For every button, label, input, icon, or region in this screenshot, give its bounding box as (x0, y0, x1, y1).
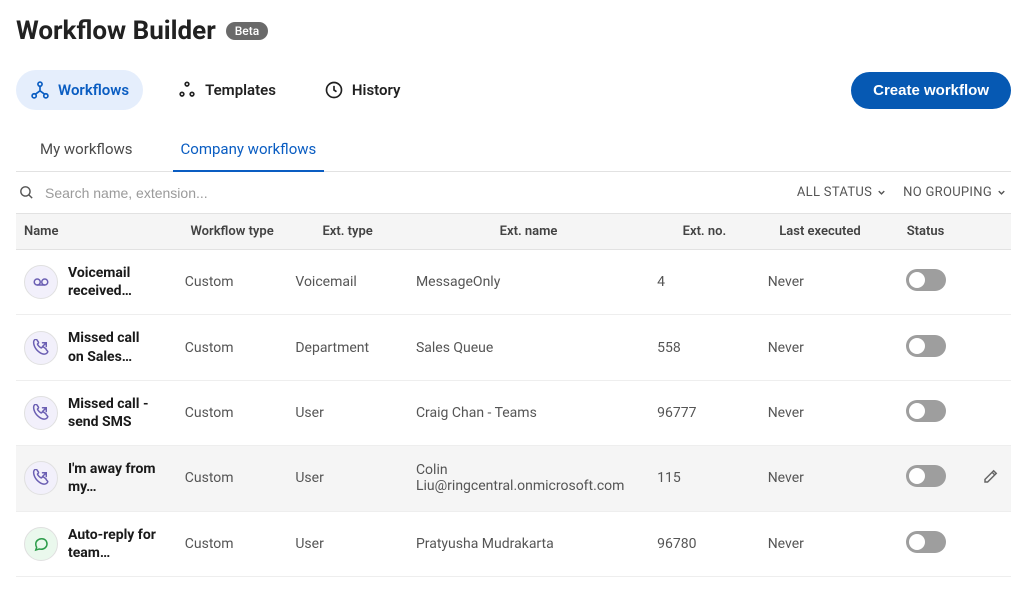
tab-templates-label: Templates (205, 81, 276, 99)
ext-name: Craig Chan - Teams (408, 380, 649, 445)
col-last-executed[interactable]: Last executed (760, 214, 881, 250)
filter-status[interactable]: ALL STATUS (797, 185, 887, 200)
ext-name: MessageOnly (408, 250, 649, 315)
status-toggle[interactable] (906, 269, 946, 291)
workflow-icon (30, 80, 50, 100)
status-toggle[interactable] (906, 400, 946, 422)
col-ext-name[interactable]: Ext. name (408, 214, 649, 250)
last-executed: Never (760, 446, 881, 511)
last-executed: Never (760, 315, 881, 380)
workflow-type: Custom (177, 446, 288, 511)
table-row[interactable]: Auto-reply for team… CustomUserPratyusha … (16, 511, 1011, 576)
sub-tabs: My workflows Company workflows (16, 128, 1011, 172)
tab-history-label: History (352, 81, 401, 99)
ext-type: Department (287, 315, 408, 380)
ext-no: 96777 (649, 380, 760, 445)
ext-type: User (287, 511, 408, 576)
last-executed: Never (760, 511, 881, 576)
status-toggle[interactable] (906, 531, 946, 553)
workflow-type: Custom (177, 380, 288, 445)
search-icon (18, 184, 35, 201)
history-icon (324, 80, 344, 100)
col-status[interactable]: Status (880, 214, 970, 250)
tab-workflows[interactable]: Workflows (16, 70, 143, 110)
workflow-type: Custom (177, 511, 288, 576)
last-executed: Never (760, 380, 881, 445)
chevron-down-icon (996, 187, 1007, 198)
sub-tab-company-workflows[interactable]: Company workflows (173, 128, 325, 172)
missed-call-icon (24, 396, 58, 430)
workflow-name[interactable]: Missed call on Sales… (68, 329, 158, 365)
ext-no: 115 (649, 446, 760, 511)
search-input[interactable] (45, 185, 781, 201)
col-action (971, 214, 1011, 250)
table-row[interactable]: Missed call on Sales… CustomDepartmentSal… (16, 315, 1011, 380)
workflow-type: Custom (177, 250, 288, 315)
filter-grouping[interactable]: NO GROUPING (903, 185, 1007, 200)
templates-icon (177, 80, 197, 100)
workflow-name[interactable]: Voicemail received… (68, 264, 158, 300)
ext-name: Colin Liu@ringcentral.onmicrosoft.com (408, 446, 649, 511)
table-row[interactable]: Voicemail received… CustomVoicemailMessag… (16, 250, 1011, 315)
last-executed: Never (760, 250, 881, 315)
table-row[interactable]: Missed call - send SMS CustomUserCraig Ch… (16, 380, 1011, 445)
workflows-table: Name Workflow type Ext. type Ext. name E… (16, 213, 1011, 577)
nav-tabs: Workflows Templates History (16, 70, 414, 110)
beta-badge: Beta (226, 22, 268, 40)
col-ext-no[interactable]: Ext. no. (649, 214, 760, 250)
col-workflow-type[interactable]: Workflow type (177, 214, 288, 250)
ext-type: User (287, 446, 408, 511)
table-row[interactable]: I'm away from my… CustomUserColin Liu@rin… (16, 446, 1011, 511)
ext-no: 558 (649, 315, 760, 380)
tab-workflows-label: Workflows (58, 81, 129, 99)
ext-no: 96780 (649, 511, 760, 576)
voicemail-icon (24, 265, 58, 299)
tab-templates[interactable]: Templates (163, 70, 290, 110)
col-ext-type[interactable]: Ext. type (287, 214, 408, 250)
create-workflow-button[interactable]: Create workflow (851, 72, 1011, 109)
pencil-icon[interactable] (982, 473, 1000, 489)
chevron-down-icon (876, 187, 887, 198)
filter-status-label: ALL STATUS (797, 185, 872, 200)
ext-no: 4 (649, 250, 760, 315)
workflow-type: Custom (177, 315, 288, 380)
ext-type: Voicemail (287, 250, 408, 315)
status-toggle[interactable] (906, 465, 946, 487)
sub-tab-my-workflows[interactable]: My workflows (32, 128, 141, 172)
filter-grouping-label: NO GROUPING (903, 185, 992, 200)
status-toggle[interactable] (906, 335, 946, 357)
page-title: Workflow Builder (16, 16, 216, 46)
ext-name: Sales Queue (408, 315, 649, 380)
ext-type: User (287, 380, 408, 445)
workflow-name[interactable]: I'm away from my… (68, 460, 158, 496)
search-wrap (16, 184, 781, 201)
ext-name: Pratyusha Mudrakarta (408, 511, 649, 576)
tab-history[interactable]: History (310, 70, 415, 110)
col-name[interactable]: Name (16, 214, 177, 250)
missed-call-icon (24, 331, 58, 365)
workflow-name[interactable]: Auto-reply for team… (68, 526, 158, 562)
chat-icon (24, 527, 58, 561)
missed-call-icon (24, 461, 58, 495)
workflow-name[interactable]: Missed call - send SMS (68, 395, 158, 431)
